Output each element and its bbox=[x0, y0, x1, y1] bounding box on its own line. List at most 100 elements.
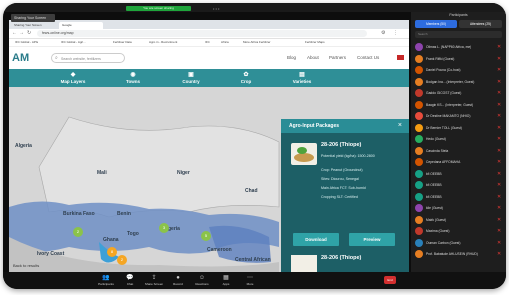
reload-icon[interactable]: ↻ bbox=[27, 30, 31, 37]
map-label-algeria: Algeria bbox=[15, 143, 32, 149]
toolbar-label: Chat bbox=[126, 282, 134, 286]
participant-row[interactable]: Dr Bernier TOLL (Guest) ✕ bbox=[415, 123, 503, 133]
mic-muted-icon[interactable]: ✕ bbox=[497, 44, 501, 50]
mic-muted-icon[interactable]: ✕ bbox=[497, 90, 501, 96]
mic-muted-icon[interactable]: ✕ bbox=[497, 194, 501, 200]
nav-towns[interactable]: ◉ Towns bbox=[115, 69, 151, 87]
map-cluster-1[interactable]: 2 bbox=[73, 227, 83, 237]
bookmark-7[interactable]: More Africa Fertilizer bbox=[243, 39, 271, 46]
participant-row[interactable]: Frank Rifiki (Guest) ✕ bbox=[415, 54, 503, 64]
mic-muted-icon[interactable]: ✕ bbox=[497, 56, 501, 62]
toolbar-share-screen[interactable]: ⇪ Share Screen bbox=[143, 274, 165, 286]
participant-name: Dr Destine MAKAMTO (NHIO) bbox=[426, 114, 471, 118]
mic-muted-icon[interactable]: ✕ bbox=[497, 205, 501, 211]
bookmark-1[interactable]: IFC Global - APIs bbox=[15, 39, 38, 46]
preview-button[interactable]: Preview bbox=[349, 233, 395, 246]
participant-row[interactable]: Ouman Carbon (Guest) ✕ bbox=[415, 238, 503, 248]
mic-muted-icon[interactable]: ✕ bbox=[497, 148, 501, 154]
tab-members[interactable]: Members (50) bbox=[415, 20, 457, 28]
nav-varieties[interactable]: ▤ Varieties bbox=[283, 69, 321, 87]
mic-muted-icon[interactable]: ✕ bbox=[497, 79, 501, 85]
share-banner[interactable]: You are screen sharing bbox=[126, 6, 191, 11]
language-flag-icon[interactable] bbox=[397, 55, 404, 60]
toolbar-participants[interactable]: 👥 Participants bbox=[95, 274, 117, 286]
map-cluster-3[interactable]: 3 bbox=[159, 223, 169, 233]
participant-row[interactable]: Maxima (Guest) ✕ bbox=[415, 226, 503, 236]
toolbar-reactions[interactable]: ☺ Reactions bbox=[191, 274, 213, 286]
participant-row[interactable]: Gaddo GICOST (Guest) ✕ bbox=[415, 88, 503, 98]
extensions-icon[interactable]: ⚙ bbox=[381, 30, 385, 37]
mic-muted-icon[interactable]: ✕ bbox=[497, 228, 501, 234]
browser-menu-icon[interactable]: ⋮ bbox=[393, 30, 398, 37]
bookmark-2[interactable]: IFC Global - Agri... bbox=[61, 39, 86, 46]
mic-muted-icon[interactable]: ✕ bbox=[497, 171, 501, 177]
download-button[interactable]: Download bbox=[293, 233, 339, 246]
participant-row[interactable]: kfi OEEBB ✕ bbox=[415, 169, 503, 179]
mic-muted-icon[interactable]: ✕ bbox=[497, 240, 501, 246]
bookmark-4[interactable]: Agro in - Recruitment bbox=[149, 39, 177, 46]
nav-crop[interactable]: ✿ Crop bbox=[231, 69, 261, 87]
participant-row[interactable]: Olimas L. (NAPP60 Africa, me) ✕ bbox=[415, 42, 503, 52]
participants-search[interactable]: Search bbox=[415, 31, 502, 38]
participant-row[interactable]: Bodgan Ina... (Interpreter, Guest) ✕ bbox=[415, 77, 503, 87]
chat-icon: 💬 bbox=[126, 275, 134, 281]
mic-muted-icon[interactable]: ✕ bbox=[497, 251, 501, 257]
bookmark-6[interactable]: Africa bbox=[221, 39, 229, 46]
nav-country[interactable]: ▣ Country bbox=[171, 69, 211, 87]
close-icon[interactable]: × bbox=[398, 119, 402, 133]
browser-tab-2[interactable]: Google bbox=[59, 22, 103, 29]
mic-muted-icon[interactable]: ✕ bbox=[497, 67, 501, 73]
participant-row[interactable]: kfi OEEBB ✕ bbox=[415, 192, 503, 202]
map-cluster-5[interactable]: 2 bbox=[117, 255, 127, 265]
bookmark-3[interactable]: Fertiliser Data bbox=[113, 39, 132, 46]
site-logo[interactable]: AM bbox=[12, 52, 29, 64]
map-label-burkina: Burkina Faso bbox=[63, 211, 95, 217]
participant-row[interactable]: Mairk (Guest) ✕ bbox=[415, 215, 503, 225]
back-icon[interactable]: ← bbox=[12, 30, 17, 37]
participant-row[interactable]: Dr Destine MAKAMTO (NHIO) ✕ bbox=[415, 111, 503, 121]
browser-tab-1[interactable]: Sharing Your Screen bbox=[11, 22, 57, 29]
mic-muted-icon[interactable]: ✕ bbox=[497, 182, 501, 188]
tab-attendees[interactable]: Attendees (25) bbox=[459, 20, 502, 28]
bookmark-5[interactable]: IFC bbox=[205, 39, 210, 46]
url-field[interactable]: fews-online.org/map bbox=[37, 30, 367, 37]
forward-icon[interactable]: → bbox=[19, 30, 24, 37]
toolbar-record[interactable]: ● Record bbox=[167, 274, 189, 286]
bookmark-8[interactable]: Fertilizer Maps bbox=[305, 39, 325, 46]
mic-muted-icon[interactable]: ✕ bbox=[497, 102, 501, 108]
mic-muted-icon[interactable]: ✕ bbox=[497, 136, 501, 142]
participant-row[interactable]: Cepedana AFFOMAHA ✕ bbox=[415, 157, 503, 167]
mic-muted-icon[interactable]: ✕ bbox=[497, 125, 501, 131]
zoom-top-bar bbox=[3, 3, 506, 12]
avatar bbox=[415, 227, 423, 235]
mic-muted-icon[interactable]: ✕ bbox=[497, 159, 501, 165]
mic-muted-icon[interactable]: ✕ bbox=[497, 217, 501, 223]
mic-muted-icon[interactable]: ✕ bbox=[497, 113, 501, 119]
map-footer-link[interactable]: Back to results bbox=[13, 263, 39, 268]
menu-blog[interactable]: Blog bbox=[287, 55, 296, 61]
participant-row[interactable]: Cascinda Stela ✕ bbox=[415, 146, 503, 156]
participant-row[interactable]: Prof. Babatude AHLUSEIN (RHUD) ✕ bbox=[415, 249, 503, 259]
map-cluster-4[interactable]: 5 bbox=[201, 231, 211, 241]
participant-row[interactable]: Hedo (Guest) ✕ bbox=[415, 134, 503, 144]
menu-partners[interactable]: Partners bbox=[329, 55, 346, 61]
toolbar-more[interactable]: ⋯ More bbox=[239, 274, 261, 286]
participant-name: Gaddo GICOST (Guest) bbox=[426, 91, 462, 95]
site-search-input[interactable]: Search website, fertilizers bbox=[51, 53, 125, 63]
participant-name: kfi OEEBB bbox=[426, 171, 442, 176]
map-nav-bar: ◆ Map Layers ◉ Towns ▣ Country ✿ Crop ▤ … bbox=[9, 69, 409, 87]
end-button[interactable]: End bbox=[384, 276, 396, 284]
menu-about[interactable]: About bbox=[307, 55, 319, 61]
participant-row[interactable]: Baagin KS... (Interpreter, Guest) ✕ bbox=[415, 100, 503, 110]
crop-icon: ✿ bbox=[243, 72, 249, 78]
menu-contact[interactable]: Contact Us bbox=[357, 55, 379, 61]
participant-row[interactable]: Daniel Pouna (Co-host) ✕ bbox=[415, 65, 503, 75]
avatar bbox=[415, 89, 423, 97]
participant-row[interactable]: kfi OEEBB ✕ bbox=[415, 180, 503, 190]
participant-row[interactable]: kile (Guest) ✕ bbox=[415, 203, 503, 213]
map-cluster-2[interactable]: 8 bbox=[107, 247, 117, 257]
toolbar-apps[interactable]: ▦ Apps bbox=[215, 274, 237, 286]
toolbar-chat[interactable]: 💬 Chat bbox=[119, 274, 141, 286]
nav-map-layers[interactable]: ◆ Map Layers bbox=[53, 69, 93, 87]
top-ellipsis-icon[interactable]: • • • bbox=[213, 6, 243, 11]
